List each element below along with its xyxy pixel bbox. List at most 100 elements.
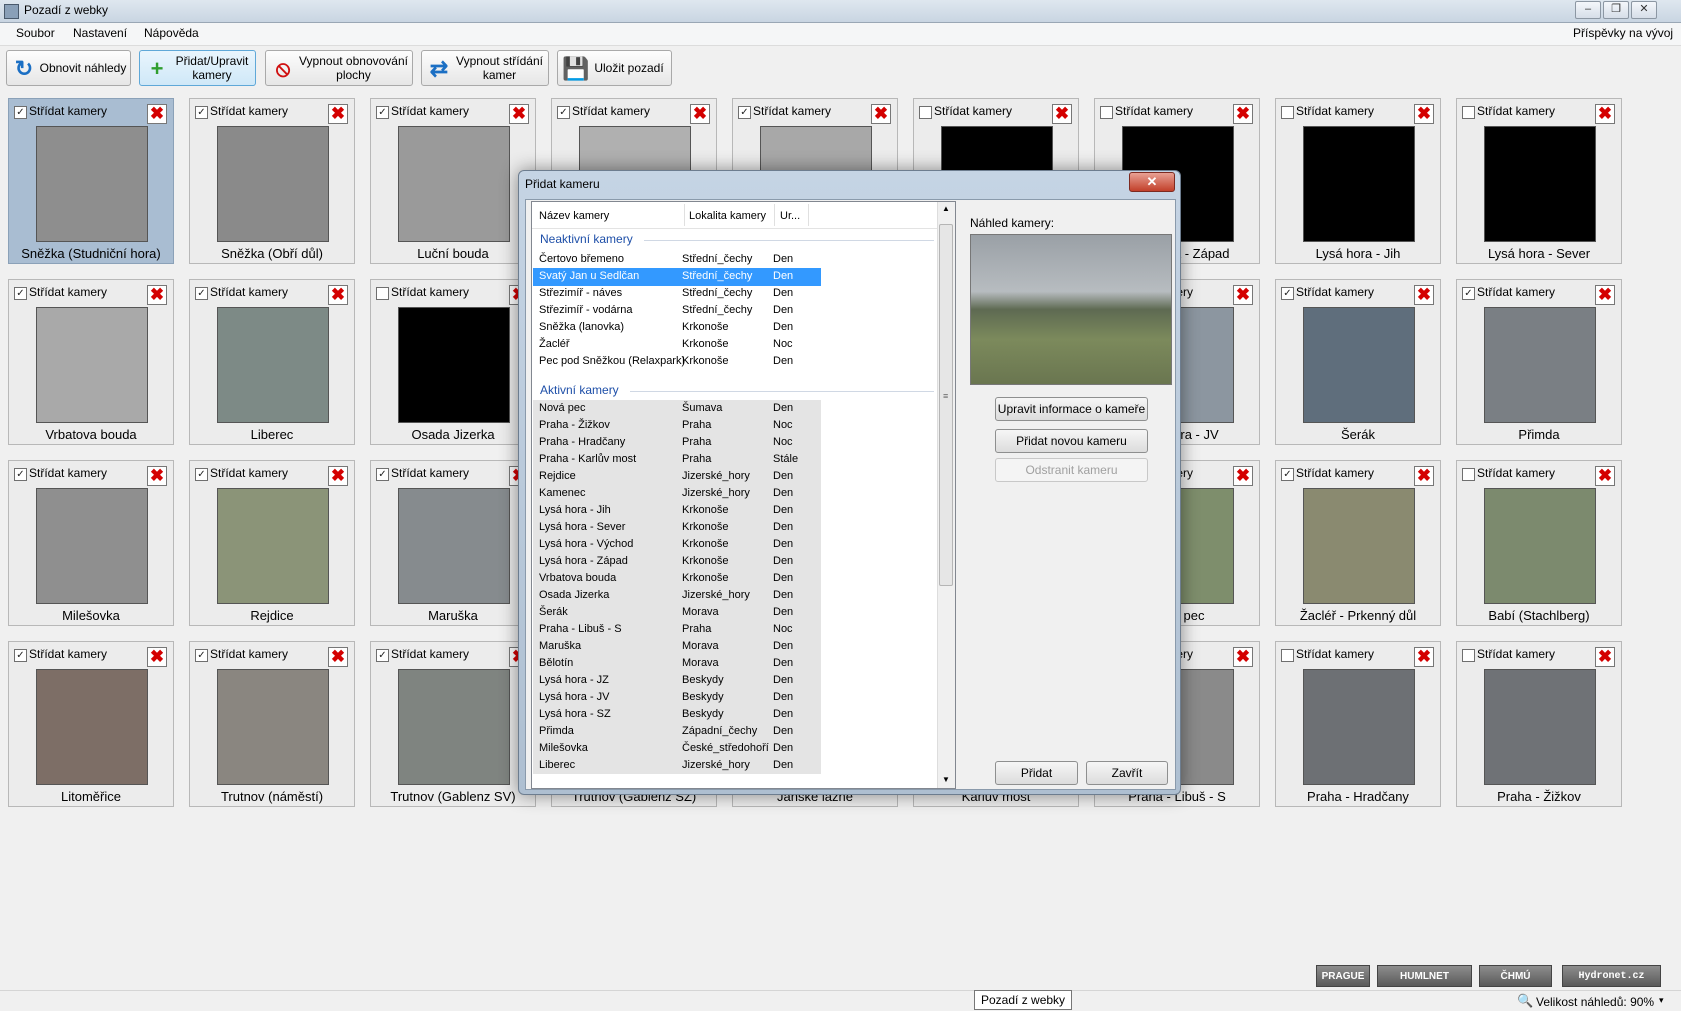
delete-icon[interactable]: ✖ (147, 104, 167, 124)
camera-tile[interactable]: Střídat kamery ✖ Babí (Stachlberg) (1456, 460, 1622, 626)
delete-icon[interactable]: ✖ (1233, 104, 1253, 124)
delete-icon[interactable]: ✖ (1414, 285, 1434, 305)
rotate-checkbox[interactable]: ✓ (14, 649, 27, 662)
camera-thumbnail[interactable] (1303, 669, 1415, 785)
rotate-checkbox-label[interactable]: Střídat kamery (1477, 104, 1555, 118)
rotate-checkbox-label[interactable]: Střídat kamery (391, 104, 469, 118)
camera-thumbnail[interactable] (217, 307, 329, 423)
camera-thumbnail[interactable] (36, 669, 148, 785)
camera-tile[interactable]: ✓ Střídat kamery ✖ Sněžka (Studniční hora) (8, 98, 174, 264)
rotate-checkbox[interactable]: ✓ (195, 468, 208, 481)
camera-tile[interactable]: ✓ Střídat kamery ✖ Litoměřice (8, 641, 174, 807)
col-time[interactable]: Ur... (780, 210, 800, 222)
camera-tile[interactable]: ✓ Střídat kamery ✖ Šerák (1275, 279, 1441, 445)
rotate-checkbox-label[interactable]: Střídat kamery (29, 466, 107, 480)
camera-thumbnail[interactable] (217, 669, 329, 785)
rotate-checkbox[interactable]: ✓ (1462, 287, 1475, 300)
rotate-checkbox[interactable]: ✓ (376, 106, 389, 119)
rotate-checkbox[interactable]: ✓ (195, 287, 208, 300)
rotate-checkbox-label[interactable]: Střídat kamery (1296, 104, 1374, 118)
camera-list-row[interactable]: Kamenec Jizerské_hory Den (533, 485, 821, 503)
scroll-down-icon[interactable]: ▼ (942, 775, 950, 784)
delete-icon[interactable]: ✖ (1414, 647, 1434, 667)
camera-thumbnail[interactable] (1484, 126, 1596, 242)
camera-list-row[interactable]: Žacléř Krkonoše Noc (533, 336, 821, 354)
rotate-checkbox-label[interactable]: Střídat kamery (29, 104, 107, 118)
camera-tile[interactable]: Střídat kamery ✖ Praha - Hradčany (1275, 641, 1441, 807)
rotate-checkbox[interactable] (1462, 649, 1475, 662)
rotate-checkbox[interactable]: ✓ (1281, 468, 1294, 481)
rotate-checkbox-label[interactable]: Střídat kamery (391, 647, 469, 661)
camera-tile[interactable]: ✓ Střídat kamery ✖ Luční bouda (370, 98, 536, 264)
camera-list-row[interactable]: Praha - Libuš - S Praha Noc (533, 621, 821, 639)
delete-icon[interactable]: ✖ (1052, 104, 1072, 124)
camera-list-row[interactable]: Nová pec Šumava Den (533, 400, 821, 418)
camera-thumbnail[interactable] (36, 126, 148, 242)
close-button[interactable]: Zavřít (1086, 761, 1168, 785)
camera-thumbnail[interactable] (398, 669, 510, 785)
rotate-checkbox-label[interactable]: Střídat kamery (29, 647, 107, 661)
delete-icon[interactable]: ✖ (1595, 104, 1615, 124)
chevron-down-icon[interactable]: ▾ (1659, 995, 1664, 1006)
add-button[interactable]: Přidat (995, 761, 1078, 785)
camera-list-row[interactable]: Lysá hora - Jih Krkonoše Den (533, 502, 821, 520)
menu-nastaveni[interactable]: Nastavení (73, 26, 127, 40)
rotate-checkbox-label[interactable]: Střídat kamery (391, 285, 469, 299)
camera-list-row[interactable]: Přimda Západní_čechy Den (533, 723, 821, 741)
camera-list-row[interactable]: Praha - Žižkov Praha Noc (533, 417, 821, 435)
camera-thumbnail[interactable] (36, 488, 148, 604)
delete-icon[interactable]: ✖ (1414, 104, 1434, 124)
delete-icon[interactable]: ✖ (690, 104, 710, 124)
rotate-checkbox-label[interactable]: Střídat kamery (572, 104, 650, 118)
camera-list-row[interactable]: Osada Jizerka Jizerské_hory Den (533, 587, 821, 605)
rotate-checkbox[interactable]: ✓ (14, 287, 27, 300)
camera-tile[interactable]: ✓Střídat kamery✖Maruška (370, 460, 536, 626)
logo-prague-welcome[interactable]: PRAGUE WELCOME (1316, 965, 1370, 1004)
camera-list-row[interactable]: Lysá hora - Sever Krkonoše Den (533, 519, 821, 537)
camera-thumbnail[interactable] (1303, 126, 1415, 242)
camera-tile[interactable]: ✓ Střídat kamery ✖ Sněžka (Obří důl) (189, 98, 355, 264)
camera-list-row[interactable]: Rejdice Jizerské_hory Den (533, 468, 821, 486)
camera-tile[interactable]: ✓ Střídat kamery ✖ Rejdice (189, 460, 355, 626)
camera-list-row[interactable]: Praha - Hradčany Praha Noc (533, 434, 821, 452)
camera-tile[interactable]: Střídat kamery✖Osada Jizerka (370, 279, 536, 445)
camera-list-row[interactable]: Vrbatova bouda Krkonoše Den (533, 570, 821, 588)
camera-list-row[interactable]: Liberec Jizerské_hory Den (533, 757, 821, 775)
delete-icon[interactable]: ✖ (1595, 647, 1615, 667)
minimize-button[interactable]: – (1575, 1, 1601, 19)
rotate-checkbox[interactable]: ✓ (376, 468, 389, 481)
disable-switch-button[interactable]: ⇄ Vypnout střídání kamer (421, 50, 549, 86)
refresh-previews-button[interactable]: ↻ Obnovit náhledy (6, 50, 131, 86)
camera-list-row[interactable]: Bělotín Morava Den (533, 655, 821, 673)
camera-thumbnail[interactable] (1484, 669, 1596, 785)
delete-icon[interactable]: ✖ (1595, 285, 1615, 305)
rotate-checkbox[interactable]: ✓ (1281, 287, 1294, 300)
camera-thumbnail[interactable] (36, 307, 148, 423)
camera-thumbnail[interactable] (1484, 307, 1596, 423)
camera-list-row[interactable]: Lysá hora - JV Beskydy Den (533, 689, 821, 707)
camera-list-row[interactable]: Čertovo břemeno Střední_čechy Den (533, 251, 821, 269)
camera-list-row[interactable]: Střezimíř - náves Střední_čechy Den (533, 285, 821, 303)
rotate-checkbox[interactable] (1281, 649, 1294, 662)
rotate-checkbox-label[interactable]: Střídat kamery (1477, 647, 1555, 661)
camera-thumbnail[interactable] (217, 126, 329, 242)
menu-soubor[interactable]: Soubor (16, 26, 55, 40)
rotate-checkbox-label[interactable]: Střídat kamery (29, 285, 107, 299)
camera-thumbnail[interactable] (398, 488, 510, 604)
camera-list-row[interactable]: Praha - Karlův most Praha Stále (533, 451, 821, 469)
rotate-checkbox-label[interactable]: Střídat kamery (1296, 285, 1374, 299)
rotate-checkbox-label[interactable]: Střídat kamery (1296, 466, 1374, 480)
camera-list-row[interactable]: Lysá hora - Západ Krkonoše Den (533, 553, 821, 571)
delete-icon[interactable]: ✖ (1414, 466, 1434, 486)
rotate-checkbox[interactable]: ✓ (376, 649, 389, 662)
rotate-checkbox-label[interactable]: Střídat kamery (934, 104, 1012, 118)
col-location[interactable]: Lokalita kamery (689, 210, 766, 222)
camera-thumbnail[interactable] (217, 488, 329, 604)
logo-hydronet[interactable]: Hydronet.cz (1562, 965, 1661, 987)
camera-list[interactable]: Název kamery Lokalita kamery Ur... Neakt… (531, 201, 956, 789)
close-window-button[interactable]: ✕ (1631, 1, 1657, 19)
rotate-checkbox-label[interactable]: Střídat kamery (210, 104, 288, 118)
delete-icon[interactable]: ✖ (147, 466, 167, 486)
rotate-checkbox-label[interactable]: Střídat kamery (1477, 466, 1555, 480)
rotate-checkbox[interactable] (919, 106, 932, 119)
